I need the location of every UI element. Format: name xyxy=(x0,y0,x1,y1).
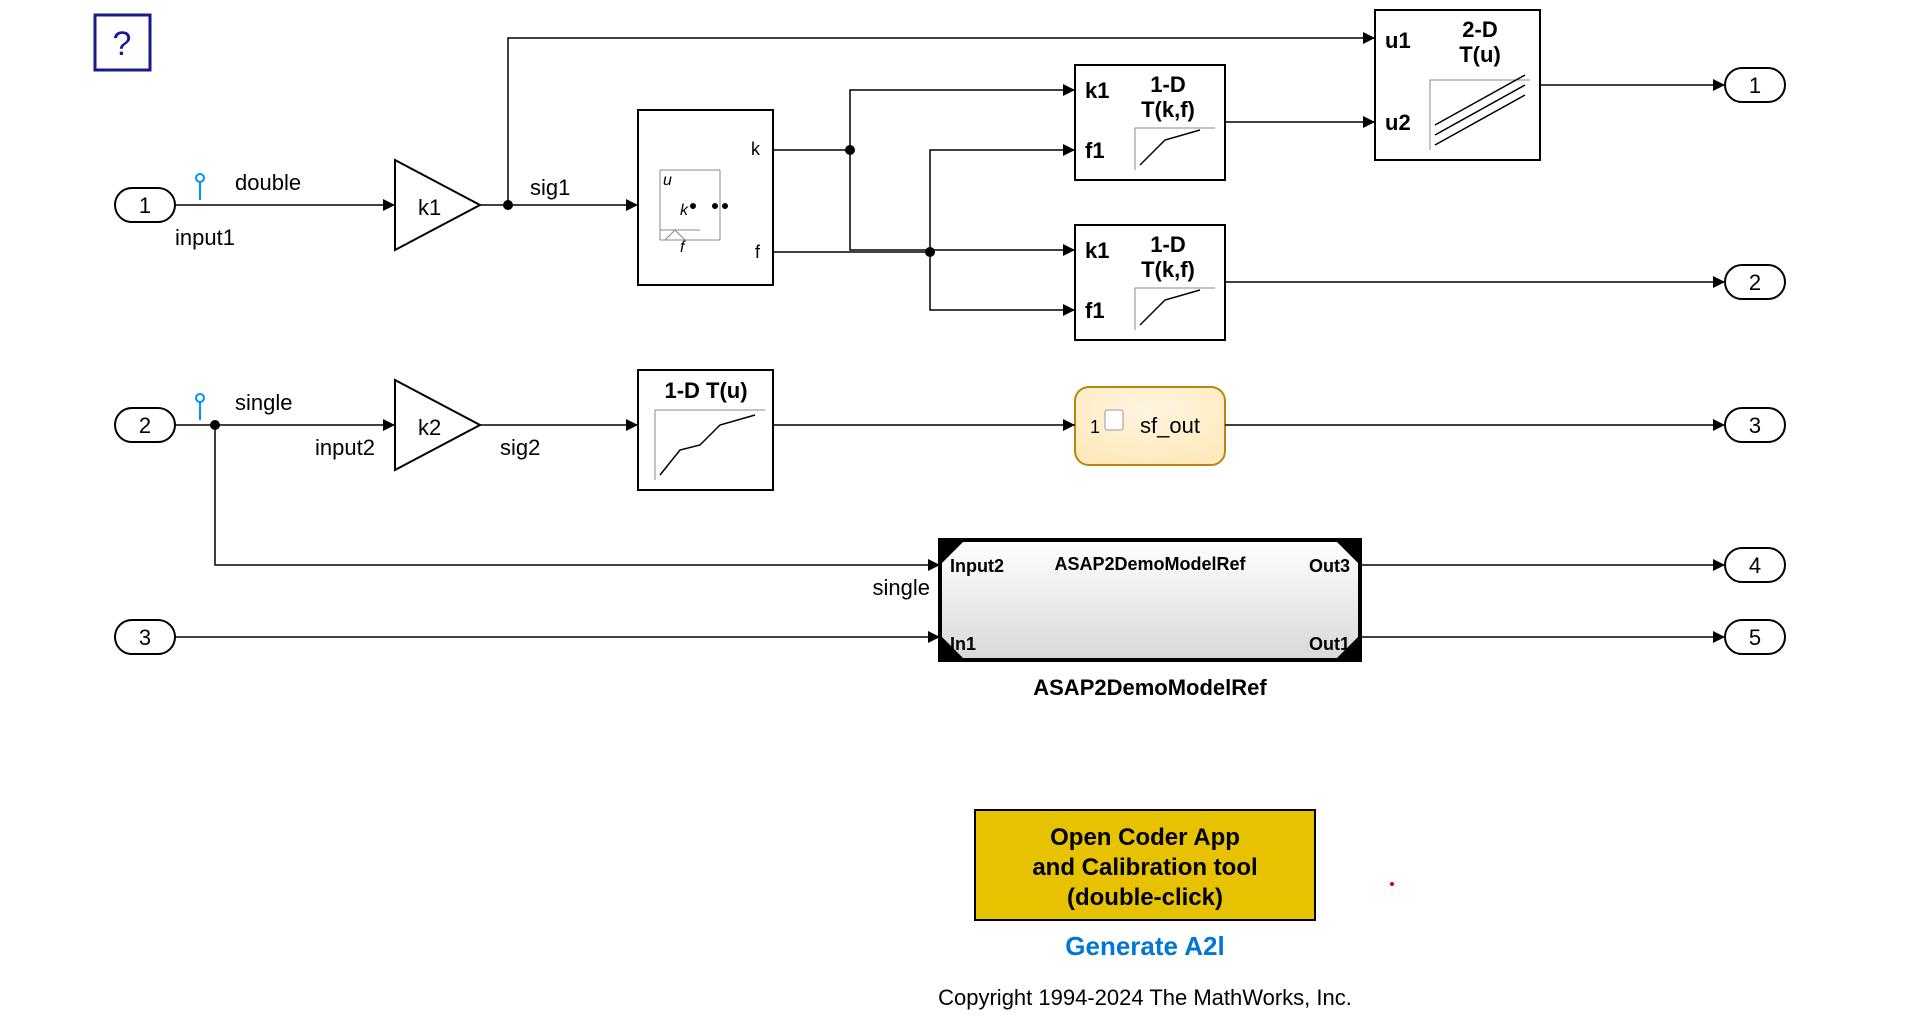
generate-a2l-button[interactable]: Open Coder App and Calibration tool (dou… xyxy=(975,810,1315,920)
prelookup-block[interactable]: k f u k f xyxy=(638,110,773,285)
svg-text:2-D: 2-D xyxy=(1462,17,1497,42)
inport-1-label: input1 xyxy=(175,225,235,250)
svg-text:u: u xyxy=(663,172,672,189)
svg-text:(double-click): (double-click) xyxy=(1067,884,1223,911)
lookup-1d-b[interactable]: k1 f1 1-D T(k,f) xyxy=(1075,225,1225,340)
inport-2-label: input2 xyxy=(315,435,375,460)
wire xyxy=(930,252,1075,310)
svg-text:In1: In1 xyxy=(950,634,976,654)
svg-text:T(k,f): T(k,f) xyxy=(1141,97,1195,122)
copyright-text: Copyright 1994-2024 The MathWorks, Inc. xyxy=(938,985,1352,1010)
outport-1[interactable]: 1 xyxy=(1725,68,1785,102)
svg-text:Open Coder App: Open Coder App xyxy=(1050,824,1240,851)
svg-text:1-D: 1-D xyxy=(1150,232,1185,257)
wire xyxy=(850,150,1075,250)
svg-text:sf_out: sf_out xyxy=(1140,413,1200,438)
svg-text:1: 1 xyxy=(1749,73,1761,98)
gain-k1[interactable]: k1 xyxy=(395,160,480,250)
svg-text:Input2: Input2 xyxy=(950,556,1004,576)
svg-text:1-D T(u): 1-D T(u) xyxy=(664,378,747,403)
outport-3[interactable]: 3 xyxy=(1725,408,1785,442)
svg-text:u2: u2 xyxy=(1385,110,1411,135)
signal-probe-icon xyxy=(196,174,204,200)
outport-4[interactable]: 4 xyxy=(1725,548,1785,582)
svg-text:1: 1 xyxy=(1090,417,1100,437)
svg-text:3: 3 xyxy=(139,625,151,650)
svg-text:3: 3 xyxy=(1749,413,1761,438)
svg-text:4: 4 xyxy=(1749,553,1761,578)
inport-2[interactable]: 2 xyxy=(115,408,175,442)
svg-text:f1: f1 xyxy=(1085,298,1105,323)
inport-3[interactable]: 3 xyxy=(115,620,175,654)
outport-5[interactable]: 5 xyxy=(1725,620,1785,654)
gain-k2-out-label: sig2 xyxy=(500,435,540,460)
svg-text:2: 2 xyxy=(1749,270,1761,295)
inport-1[interactable]: 1 xyxy=(115,188,175,222)
svg-text:1: 1 xyxy=(139,193,151,218)
inport-1-type: double xyxy=(235,170,301,195)
svg-text:Out1: Out1 xyxy=(1309,634,1350,654)
help-label: ? xyxy=(113,25,132,63)
svg-text:k1: k1 xyxy=(1085,238,1109,263)
wire xyxy=(773,150,1075,252)
svg-text:k: k xyxy=(751,139,761,159)
lookup-1d-a[interactable]: k1 f1 1-D T(k,f) xyxy=(1075,65,1225,180)
svg-text:1-D: 1-D xyxy=(1150,72,1185,97)
svg-text:f1: f1 xyxy=(1085,138,1105,163)
svg-text:k1: k1 xyxy=(1085,78,1109,103)
wire xyxy=(773,90,1075,150)
svg-text:k1: k1 xyxy=(418,195,441,220)
lookup-2d[interactable]: u1 u2 2-D T(u) xyxy=(1375,10,1540,160)
lookup-1d-tu[interactable]: 1-D T(u) xyxy=(638,370,773,490)
svg-text:ASAP2DemoModelRef: ASAP2DemoModelRef xyxy=(1054,554,1246,574)
gain-k1-out-label: sig1 xyxy=(530,175,570,200)
svg-text:k2: k2 xyxy=(418,415,441,440)
svg-text:T(k,f): T(k,f) xyxy=(1141,257,1195,282)
gain-k2[interactable]: k2 xyxy=(395,380,480,470)
svg-text:and Calibration tool: and Calibration tool xyxy=(1032,854,1257,881)
inport-2-type: single xyxy=(235,390,292,415)
svg-text:k: k xyxy=(680,202,689,219)
stateflow-chart[interactable]: 1 sf_out xyxy=(1075,387,1225,465)
svg-text:T(u): T(u) xyxy=(1459,42,1501,67)
generate-a2l-label: Generate A2l xyxy=(1065,931,1224,961)
model-reference-label: ASAP2DemoModelRef xyxy=(1033,675,1267,700)
modelref-in1-type: single xyxy=(873,575,930,600)
signal-probe-icon xyxy=(196,394,204,420)
model-reference-block[interactable]: Input2 In1 Out3 Out1 ASAP2DemoModelRef xyxy=(940,540,1360,660)
svg-text:Out3: Out3 xyxy=(1309,556,1350,576)
outport-2[interactable]: 2 xyxy=(1725,265,1785,299)
svg-text:u1: u1 xyxy=(1385,28,1411,53)
svg-text:2: 2 xyxy=(139,413,151,438)
marker-dot xyxy=(1390,882,1394,886)
svg-text:5: 5 xyxy=(1749,625,1761,650)
